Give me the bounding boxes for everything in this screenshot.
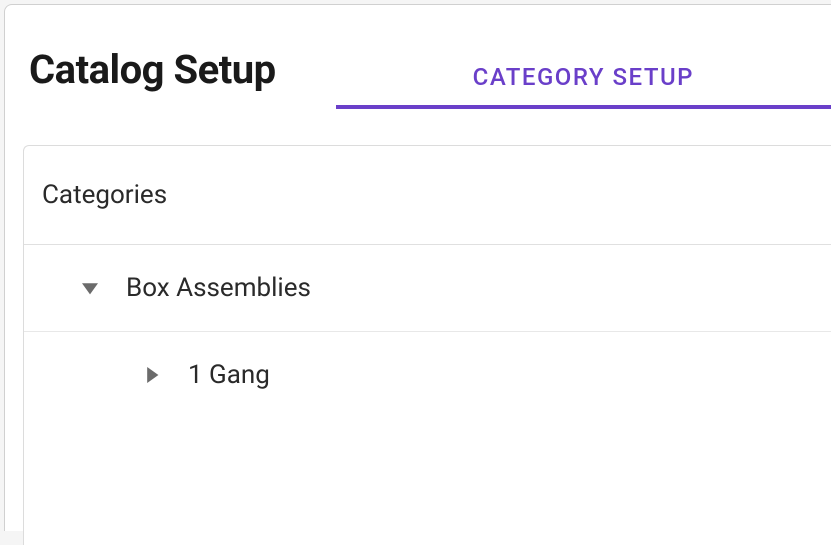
tab-category-setup[interactable]: CATEGORY SETUP <box>336 45 831 109</box>
category-tree: Box Assemblies 1 Gang <box>24 245 831 418</box>
page-title: Catalog Setup <box>29 46 336 109</box>
tab-strip: CATEGORY SETUP <box>336 45 831 109</box>
panel-header: Categories <box>24 146 831 245</box>
tree-row-box-assemblies[interactable]: Box Assemblies <box>24 245 831 332</box>
tree-label: 1 Gang <box>188 360 270 390</box>
categories-panel: Categories Box Assemblies 1 Gang <box>23 145 831 545</box>
tree-label: Box Assemblies <box>126 273 311 303</box>
tree-row-1-gang[interactable]: 1 Gang <box>24 332 831 418</box>
page-container: Catalog Setup CATEGORY SETUP Categories … <box>4 4 831 531</box>
chevron-down-icon[interactable] <box>78 276 102 300</box>
header-row: Catalog Setup CATEGORY SETUP <box>5 5 831 109</box>
chevron-right-icon[interactable] <box>140 363 164 387</box>
